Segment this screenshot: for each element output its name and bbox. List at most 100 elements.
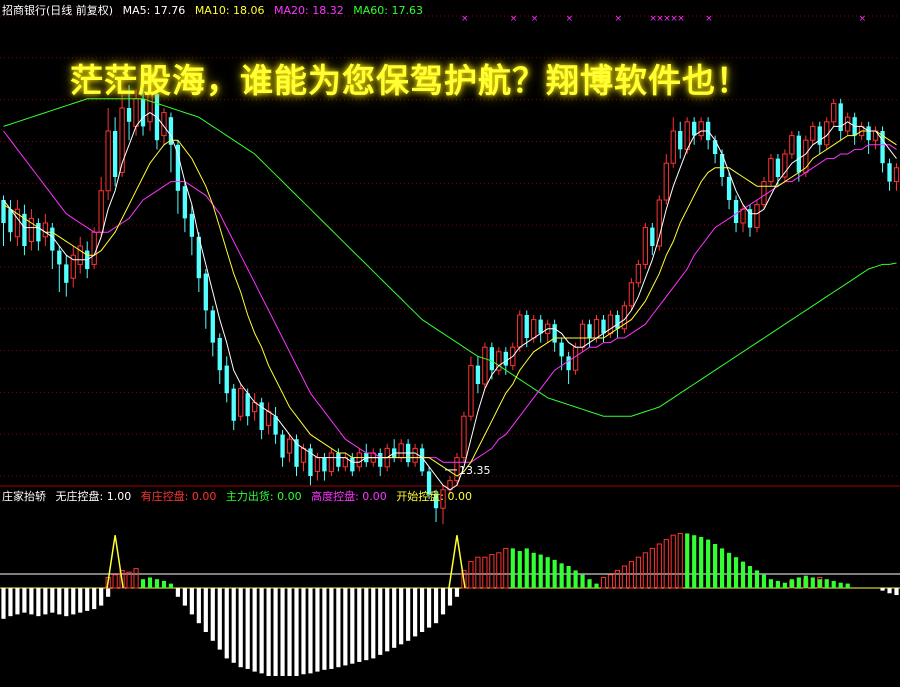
sub-bar-white bbox=[36, 588, 41, 617]
candle-body-down bbox=[182, 186, 188, 219]
candle-body-down bbox=[217, 338, 222, 371]
sub-bar-green bbox=[545, 557, 550, 588]
sub-bar-red bbox=[600, 576, 607, 589]
sub-bar-green bbox=[154, 579, 160, 588]
signal-marker: × bbox=[705, 14, 713, 24]
sub-bar-white bbox=[399, 588, 404, 645]
sub-bar-green bbox=[754, 570, 760, 588]
sub-bar-red bbox=[607, 574, 614, 589]
sub-bar-red bbox=[663, 539, 669, 589]
signal-marker: × bbox=[531, 14, 539, 24]
sub-bar-white bbox=[1, 588, 6, 619]
candle-body-up bbox=[314, 457, 321, 472]
candle-body-down bbox=[189, 213, 195, 237]
sub-bar-red bbox=[649, 547, 655, 589]
sub-bar-yellow bbox=[448, 535, 466, 589]
candle-body-down bbox=[224, 365, 229, 394]
sub-bar-red bbox=[677, 532, 683, 589]
candle-body-down bbox=[378, 453, 383, 467]
candle-body-up bbox=[412, 447, 418, 463]
candle-body-down bbox=[587, 324, 592, 338]
candle-body-up bbox=[77, 245, 83, 265]
candle-body-down bbox=[350, 457, 355, 472]
kaishi-label: 开始控盘: 0.00 bbox=[396, 490, 473, 503]
candle-body-up bbox=[356, 452, 362, 468]
sub-bar-white bbox=[182, 588, 187, 606]
sub-bar-green bbox=[782, 582, 787, 588]
sub-bar-white bbox=[336, 588, 341, 668]
candle-body-up bbox=[698, 121, 704, 137]
candle-body-up bbox=[607, 314, 614, 334]
sub-legend: 庄家抬轿 无庄控盘: 1.00 有庄控盘: 0.00 主力出货: 0.00 高度… bbox=[2, 488, 478, 504]
zhuli-label: 主力出货: 0.00 bbox=[225, 490, 302, 503]
sub-bar-green bbox=[789, 579, 794, 588]
sub-bar-white bbox=[231, 588, 236, 663]
sub-bar-white bbox=[329, 588, 334, 669]
sub-bar-white bbox=[189, 588, 194, 615]
candle-body-down bbox=[280, 434, 285, 458]
ma20-label: MA20: 18.32 bbox=[274, 4, 344, 17]
candle-body-down bbox=[538, 319, 543, 334]
signal-marker: × bbox=[614, 14, 622, 24]
candle-body-down bbox=[203, 273, 208, 311]
candle-body-down bbox=[678, 131, 683, 150]
candle-body-down bbox=[210, 310, 215, 343]
candle-body-down bbox=[692, 121, 697, 136]
candle-body-down bbox=[817, 126, 822, 145]
candle-body-down bbox=[726, 177, 732, 200]
sub-bar-green bbox=[740, 561, 746, 588]
candle-body-up bbox=[810, 125, 816, 141]
candle-body-up bbox=[628, 282, 635, 307]
sub-bar-white bbox=[64, 588, 69, 617]
sub-bar-white bbox=[308, 588, 313, 674]
candle-body-up bbox=[98, 190, 104, 233]
sub-bar-green bbox=[838, 582, 843, 588]
sub-bar-red bbox=[133, 568, 139, 589]
sub-bar-white bbox=[280, 588, 285, 676]
candle-body-up bbox=[286, 438, 293, 454]
candle-body-up bbox=[754, 204, 760, 229]
candle-body-down bbox=[126, 108, 132, 122]
candle-body-down bbox=[245, 393, 250, 417]
sub-bar-green bbox=[810, 577, 815, 588]
candle-body-up bbox=[761, 181, 767, 206]
sub-bar-green bbox=[552, 559, 557, 588]
sub-bar-white bbox=[106, 588, 111, 597]
candle-body-up bbox=[468, 365, 474, 417]
sub-bar-white bbox=[322, 588, 327, 670]
sub-bar-white bbox=[887, 588, 892, 594]
signal-marker: × bbox=[510, 14, 518, 24]
ma5-line bbox=[3, 112, 897, 491]
gaodu-label: 高度控盘: 0.00 bbox=[311, 490, 387, 503]
sub-bar-green bbox=[580, 574, 585, 588]
sub-bar-red bbox=[475, 556, 481, 589]
candle-body-up bbox=[740, 208, 746, 224]
candle-body-down bbox=[36, 223, 41, 242]
sub-bar-white bbox=[343, 588, 348, 666]
sub-bar-white bbox=[364, 588, 369, 661]
candle-body-up bbox=[845, 116, 851, 132]
candle-body-down bbox=[615, 315, 620, 329]
sub-bar-red bbox=[614, 569, 621, 589]
sub-bar-green bbox=[803, 575, 808, 588]
candle-body-up bbox=[831, 102, 837, 123]
candle-body-down bbox=[566, 356, 571, 371]
candle-body-up bbox=[635, 263, 642, 284]
sub-bar-red bbox=[489, 554, 495, 589]
candle-body-up bbox=[893, 167, 900, 183]
low-marker-label: 13.35 bbox=[459, 464, 491, 477]
sub-bar-white bbox=[210, 588, 215, 641]
sub-bar-green bbox=[775, 580, 780, 588]
signal-marker: × bbox=[566, 14, 574, 24]
sub-bar-red bbox=[621, 565, 628, 589]
sub-bar-green bbox=[733, 557, 739, 588]
stock-name: 招商银行(日线 前复权) bbox=[2, 4, 114, 17]
candle-body-down bbox=[8, 209, 13, 233]
sub-bar-white bbox=[224, 588, 229, 659]
candle-body-down bbox=[175, 144, 181, 191]
ma20-line bbox=[3, 130, 897, 463]
sub-bar-red bbox=[656, 543, 662, 589]
sub-bar-white bbox=[420, 588, 425, 632]
sub-bar-white bbox=[294, 588, 299, 676]
candle-body-up bbox=[663, 162, 669, 201]
